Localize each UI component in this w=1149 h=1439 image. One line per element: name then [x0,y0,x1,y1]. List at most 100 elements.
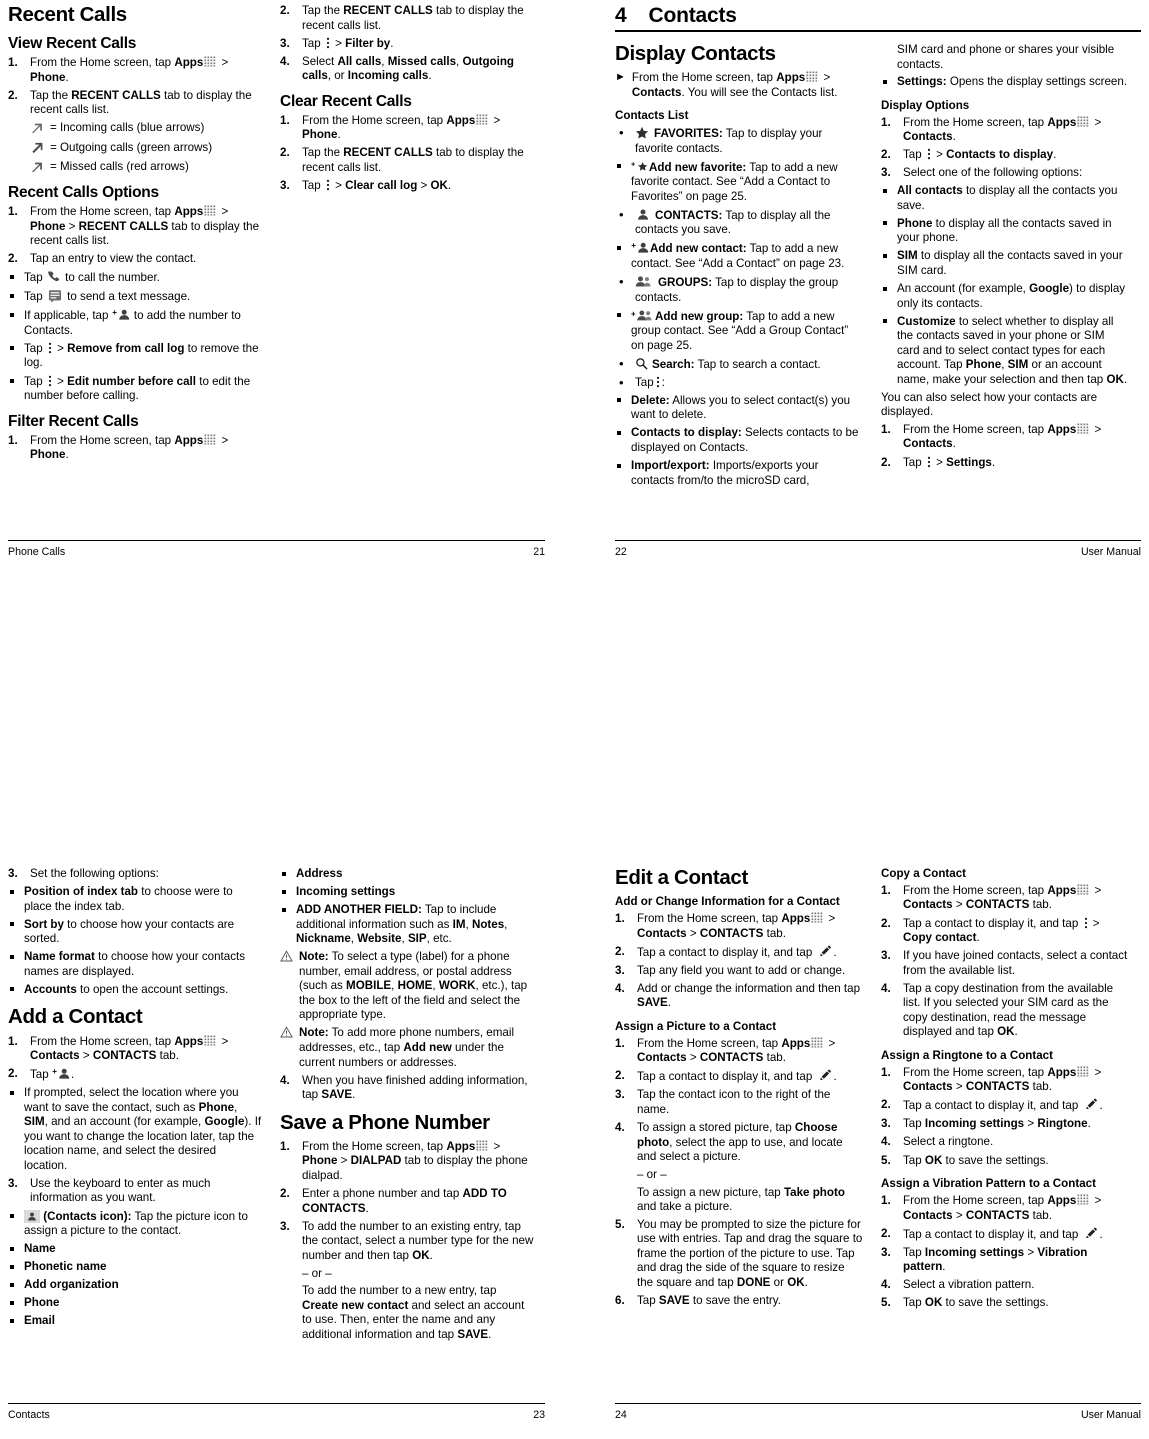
list-assign-vibration: 1. From the Home screen, tap Apps > Cont… [881,1194,1129,1311]
page-23-columns: 3. Set the following options: Position o… [8,867,545,1345]
step-text: Tap a copy destination from the availabl… [903,981,1114,1039]
step-text: Tap > Settings. [903,455,996,469]
step-number: 1. [881,1193,891,1207]
step-text: Tap > Filter by. [302,36,394,50]
bullet-square [617,245,621,250]
overflow-menu-icon [656,376,660,388]
step-text: Select a ringtone. [903,1135,994,1149]
step-number: 1. [8,205,18,219]
warning-note-icon [280,1026,293,1038]
step-text: From the Home screen, tap Apps > Contact… [30,1034,229,1063]
list-item: 3. To add the number to an existing entr… [280,1220,534,1264]
heading-add-or-change-info: Add or Change Information for a Contact [615,895,840,909]
list-item: 1. From the Home screen, tap Apps > Phon… [280,114,534,143]
step-text: To assign a stored picture, tap Choose p… [637,1120,843,1164]
list-item: 2. Tap a contact to display it, and tap … [881,917,1129,946]
step-text: Tap the RECENT CALLS tab to display the … [302,146,524,174]
page-footer: 22 User Manual [615,540,1141,558]
list-item: Import/export: Imports/exports your cont… [615,459,863,488]
step-text: Tap a contact to display it, and tap . [903,1227,1103,1241]
list-item: Delete: Allows you to select contact(s) … [615,394,863,423]
apps-grid-icon [476,114,489,125]
list-item: 3. Tap Incoming settings > Ringtone. [881,1117,1129,1132]
note-select-type: Note: To select a type (label) for a pho… [280,950,534,1023]
step-text: Tap the RECENT CALLS tab to display the … [302,4,524,32]
step-text: From the Home screen, tap Apps > Contact… [903,115,1102,144]
list-item: 3. If you have joined contacts, select a… [881,949,1129,978]
list-assign-picture-cont: 5. You may be prompted to size the pictu… [615,1218,863,1309]
step-text: Tap OK to save the settings. [903,1296,1049,1310]
bullet-square [10,379,14,384]
contacts-picture-icon [24,1209,40,1223]
list-item: 6. Tap SAVE to save the entry. [615,1294,863,1309]
list-contacts-list: • FAVORITES: Tap to display your favorit… [615,125,863,156]
heading-display-options: Display Options [881,98,970,112]
bullet-square [10,987,14,992]
step-text: From the Home screen, tap Apps > Contact… [903,1065,1102,1094]
add-favorite-icon [631,160,649,173]
heading-display-contacts: Display Contacts [615,42,776,65]
step-number: 3. [615,1088,625,1102]
page-22: 4 Contacts Display Contacts ► From the H… [575,0,1149,576]
list-item: Tap > Remove from call log to remove the… [8,342,262,371]
list-item: Add new contact: Tap to add a new contac… [615,241,863,271]
list-item: Position of index tab to choose were to … [8,885,262,914]
bullet-square [883,221,887,226]
bullet-square [10,1246,14,1251]
list-item: 4. Add or change the information and the… [615,982,863,1011]
step-number: 3. [8,867,18,880]
step-text: Tap a contact to display it, and tap > C… [903,916,1100,945]
bullet-dot: • [619,374,624,390]
list-item: 5. Tap OK to save the settings. [881,1296,1129,1311]
step-number: 5. [615,1217,625,1231]
list-display-options: 1. From the Home screen, tap Apps > Cont… [881,116,1129,181]
step-text: Tap an entry to view the contact. [30,252,197,266]
paragraph-also-select: You can also select how your contacts ar… [881,390,1098,419]
list-item: All contacts to display all the contacts… [881,184,1129,213]
list-item: SIM to display all the contacts saved in… [881,249,1129,278]
step-text: You may be prompted to size the picture … [637,1217,863,1289]
list-item: (Contacts icon): Tap the picture icon to… [8,1209,262,1239]
list-item: 3. Tap Incoming settings > Vibration pat… [881,1246,1129,1275]
page-24-column-2: Copy a Contact 1. From the Home screen, … [881,867,1129,1314]
step-text: From the Home screen, tap Apps > Contact… [637,912,836,940]
list-item: Phone [8,1296,262,1311]
page-footer: Phone Calls 21 [8,540,545,558]
list-item: 3. Set the following options: [8,867,262,882]
page-footer: Contacts 23 [8,1403,545,1421]
step-number: 2. [615,944,625,958]
heading-copy-a-contact: Copy a Contact [881,867,967,880]
list-contacts-tab: • CONTACTS: Tap to display all the conta… [615,207,863,238]
list-item: 2. Tap the RECENT CALLS tab to display t… [280,4,534,33]
step-number: 4. [881,1278,891,1292]
sublist-save-location: If prompted, select the location where y… [8,1086,262,1173]
bullet-square [617,164,621,169]
list-item: 5. Tap OK to save the settings. [881,1154,1129,1169]
sublist-settings: Settings: Opens the display settings scr… [881,75,1129,90]
step-text: When you have finished adding informatio… [302,1073,528,1102]
list-assign-picture: 1. From the Home screen, tap Apps > Cont… [615,1037,863,1165]
group-icon [635,275,653,288]
bullet-square [10,1090,14,1095]
step-text: Select one of the following options: [903,166,1083,180]
list-item: 1. From the Home screen, tap Apps > Cont… [615,912,863,941]
list-contact-display-settings: 1. From the Home screen, tap Apps > Cont… [881,423,1129,470]
page-24-column-1: Edit a Contact Add or Change Information… [615,866,863,1312]
page-22-column-2: SIM card and phone or shares your visibl… [881,43,1129,474]
step-text: From the Home screen, tap Apps > Contact… [637,1036,836,1065]
footer-doc-title: User Manual [1080,546,1141,558]
heading-recent-calls-options: Recent Calls Options [8,184,159,201]
list-item: 2. Tap a contact to display it, and tap … [881,1098,1129,1114]
list-item: 4. Select a vibration pattern. [881,1278,1129,1293]
star-icon [635,126,649,140]
list-item: 2. Tap a contact to display it, and tap … [881,1227,1129,1243]
legend-text: = Incoming calls (blue arrows) [50,121,205,135]
list-item: Contacts to display: Selects contacts to… [615,426,863,455]
step-number: 4. [615,981,625,995]
outgoing-call-arrow-icon [30,141,45,155]
bullet-square [617,313,621,318]
step-text: Tap OK to save the settings. [903,1153,1049,1167]
page-23: 3. Set the following options: Position o… [0,863,575,1439]
step-text: Select All calls, Missed calls, Outgoing… [302,54,515,83]
list-item: ADD ANOTHER FIELD: Tap to include additi… [280,903,534,947]
